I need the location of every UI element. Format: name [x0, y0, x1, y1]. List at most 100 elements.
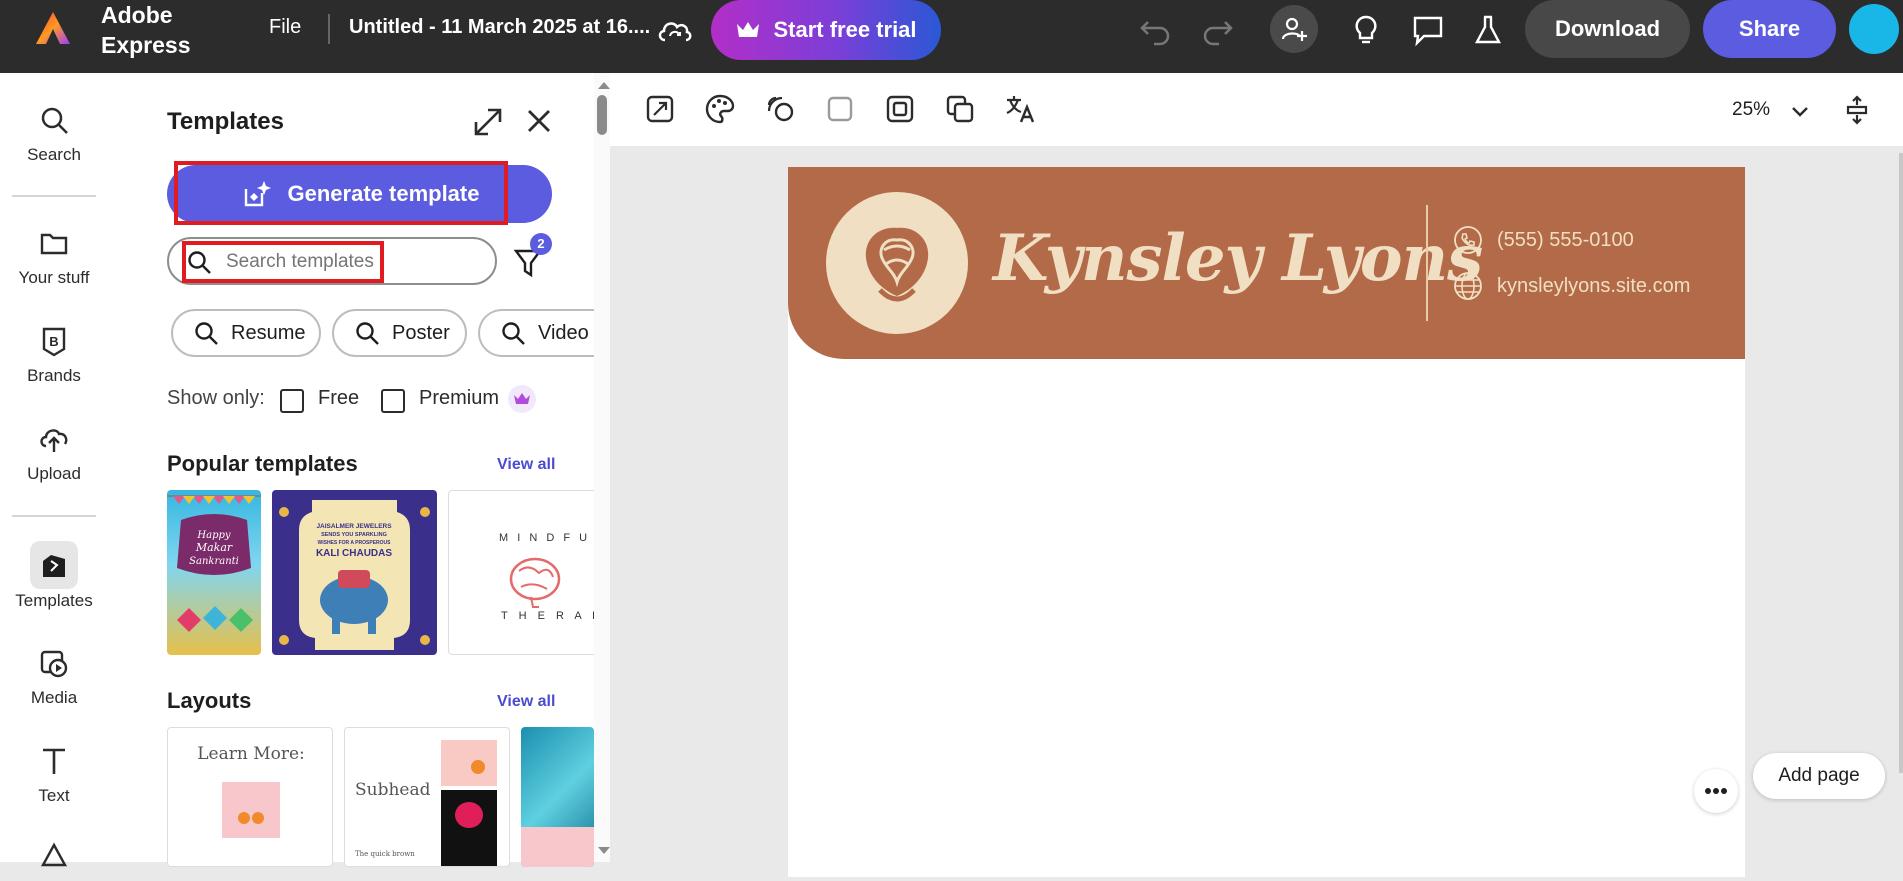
zoom-level[interactable]: 25%: [1732, 99, 1770, 121]
avatar[interactable]: [1849, 4, 1899, 54]
rail-item-upload[interactable]: Upload: [0, 422, 108, 484]
upload-icon: [40, 429, 68, 452]
view-all-popular-link[interactable]: View all: [497, 456, 555, 474]
premium-label: Premium: [419, 387, 500, 409]
layout-thumb-image: [441, 790, 497, 866]
phone-icon: [1454, 226, 1482, 254]
panel-scrollbar[interactable]: [594, 73, 610, 862]
templates-panel: Templates Generate template 2 Resume Pos…: [108, 73, 611, 867]
start-free-trial-button[interactable]: Start free trial: [711, 0, 941, 60]
layout-thumb-ocean[interactable]: [521, 727, 594, 867]
chip-video[interactable]: Video: [478, 309, 594, 357]
share-button[interactable]: Share: [1703, 0, 1836, 58]
premium-crown-icon: [508, 385, 536, 413]
globe-icon: [1454, 272, 1482, 300]
show-only-label: Show only:: [167, 387, 265, 409]
rail-item-text[interactable]: Text: [0, 744, 108, 806]
expand-icon[interactable]: [472, 106, 504, 138]
contact-website-text: kynsleylyons.site.com: [1497, 274, 1691, 297]
lightbulb-icon[interactable]: [1350, 13, 1382, 47]
brand-icon: B: [42, 327, 66, 357]
scroll-up-icon[interactable]: [597, 80, 611, 90]
more-options-button[interactable]: [1694, 769, 1738, 813]
redo-icon[interactable]: [1199, 14, 1235, 46]
rail-label: Search: [27, 145, 81, 164]
translate-icon[interactable]: [1004, 93, 1036, 125]
rail-item-templates[interactable]: Templates: [0, 549, 108, 611]
templates-icon: [43, 555, 65, 577]
layout-thumb-text: Subhead: [355, 780, 431, 800]
palette-icon[interactable]: [704, 93, 736, 125]
premium-checkbox[interactable]: [381, 389, 405, 413]
svg-text:Makar: Makar: [195, 541, 233, 554]
layout-thumb-subhead[interactable]: Subhead The quick brown: [344, 727, 510, 867]
layout-thumb-image: [441, 740, 497, 786]
divider: [12, 195, 96, 197]
design-page[interactable]: Kynsley Lyons (555) 555-0100 kynsleylyon…: [788, 167, 1745, 877]
template-thumb-kali-chaudas[interactable]: JAISALMER JEWELERS SENDS YOU SPARKLING W…: [272, 490, 437, 655]
chip-poster[interactable]: Poster: [332, 309, 467, 357]
letterhead-name[interactable]: Kynsley Lyons: [993, 221, 1483, 296]
divider: [328, 14, 330, 44]
shapes-icon: [40, 842, 68, 867]
chip-resume[interactable]: Resume: [171, 309, 321, 357]
rail-item-search[interactable]: Search: [0, 103, 108, 165]
rose-logo-icon[interactable]: [826, 192, 968, 334]
file-menu[interactable]: File: [269, 16, 301, 39]
search-icon: [41, 107, 68, 134]
undo-icon[interactable]: [1138, 14, 1174, 46]
canvas-toolbar: 25%: [610, 73, 1903, 146]
rail-item-media[interactable]: Media: [0, 646, 108, 708]
rail-label: Your stuff: [18, 268, 90, 287]
comment-icon[interactable]: [1410, 13, 1446, 47]
panel-title: Templates: [167, 108, 284, 135]
divider: [12, 515, 96, 517]
highlight-box: [174, 161, 508, 225]
letterhead-banner[interactable]: Kynsley Lyons (555) 555-0100 kynsleylyon…: [788, 167, 1745, 359]
invite-user-button[interactable]: [1270, 5, 1318, 53]
close-icon[interactable]: [524, 106, 554, 136]
rail-label: Upload: [27, 464, 81, 483]
animate-icon[interactable]: [764, 93, 796, 125]
download-button[interactable]: Download: [1525, 0, 1690, 58]
media-icon: [40, 650, 68, 678]
flask-icon[interactable]: [1472, 13, 1504, 47]
add-user-icon: [1281, 17, 1307, 41]
chevron-down-icon[interactable]: [1790, 101, 1810, 121]
document-title[interactable]: Untitled - 11 March 2025 at 16....: [349, 16, 650, 39]
view-all-layouts-link[interactable]: View all: [497, 693, 555, 711]
rail-label: Media: [30, 688, 78, 707]
contact-website[interactable]: kynsleylyons.site.com: [1453, 271, 1690, 301]
svg-text:T H E R A P Y: T H E R A P Y: [501, 610, 598, 622]
scroll-down-icon[interactable]: [597, 846, 611, 856]
add-page-button[interactable]: Add page: [1753, 753, 1885, 799]
rail-item-brands[interactable]: B Brands: [0, 324, 108, 386]
template-thumb-makar-sankranti[interactable]: Happy Makar Sankranti: [167, 490, 261, 655]
layout-thumb-text: Learn More:: [197, 744, 305, 764]
layouts-title: Layouts: [167, 688, 252, 713]
svg-text:KALI CHAUDAS: KALI CHAUDAS: [316, 548, 392, 559]
rail-item-shapes[interactable]: [0, 839, 108, 881]
shape-square-icon[interactable]: [824, 93, 856, 125]
popular-templates-title: Popular templates: [167, 451, 358, 476]
canvas-scrollbar[interactable]: [1899, 153, 1903, 773]
fit-to-screen-icon[interactable]: [1842, 95, 1872, 125]
chip-label: Resume: [231, 321, 306, 344]
canvas-area: 25% Kynsley Lyons (555) 555-0100 kynsley…: [610, 73, 1903, 877]
frame-icon[interactable]: [884, 93, 916, 125]
free-checkbox[interactable]: [280, 389, 304, 413]
adobe-express-logo-icon[interactable]: [34, 10, 72, 46]
layout-thumb-image: [222, 782, 280, 838]
contact-phone-text: (555) 555-0100: [1497, 228, 1634, 251]
duplicate-icon[interactable]: [944, 93, 976, 125]
folder-icon: [40, 233, 68, 255]
contact-phone[interactable]: (555) 555-0100: [1453, 225, 1634, 255]
filter-count-badge: 2: [530, 233, 552, 255]
rail-item-your-stuff[interactable]: Your stuff: [0, 226, 108, 288]
resize-icon[interactable]: [644, 93, 676, 125]
app-name: Adobe Express: [101, 2, 191, 58]
svg-text:WISHES FOR A PROSPEROUS: WISHES FOR A PROSPEROUS: [318, 540, 392, 546]
layout-thumb-learn-more[interactable]: Learn More:: [167, 727, 333, 867]
template-thumb-mindfull-therapy[interactable]: M I N D F U L L T H E R A P Y: [448, 490, 598, 655]
cloud-sync-icon[interactable]: [655, 14, 695, 46]
